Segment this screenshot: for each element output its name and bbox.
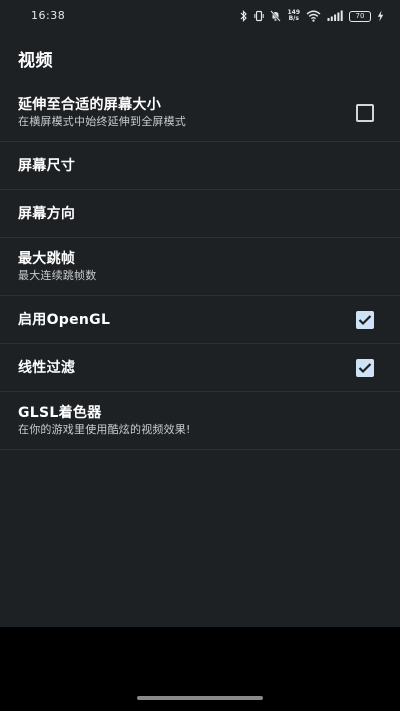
setting-title: 屏幕尺寸 <box>18 157 76 174</box>
cellular-signal-icon <box>327 10 343 22</box>
setting-title: GLSL着色器 <box>18 404 102 421</box>
bluetooth-icon <box>240 10 248 22</box>
mute-bell-icon <box>270 10 282 22</box>
setting-screen-size[interactable]: 屏幕尺寸 <box>0 142 400 190</box>
wifi-icon <box>306 10 321 22</box>
setting-title: 启用OpenGL <box>18 311 111 328</box>
setting-enable-opengl[interactable]: 启用OpenGL <box>0 296 400 344</box>
setting-stretch-to-fit[interactable]: 延伸至合适的屏幕大小 在横屏模式中始终延伸到全屏模式 <box>0 84 400 142</box>
setting-screen-orientation[interactable]: 屏幕方向 <box>0 190 400 238</box>
page-title: 视频 <box>18 51 53 71</box>
setting-summary: 在横屏模式中始终延伸到全屏模式 <box>18 114 186 128</box>
setting-title: 线性过滤 <box>18 359 76 376</box>
checkmark-icon <box>358 314 372 325</box>
network-speed: 149 B/s <box>287 10 300 22</box>
opengl-checkbox[interactable] <box>356 310 374 329</box>
settings-list: 延伸至合适的屏幕大小 在横屏模式中始终延伸到全屏模式 屏幕尺寸 屏幕方向 最大跳… <box>0 84 400 450</box>
setting-title: 最大跳帧 <box>18 250 76 267</box>
linear-filter-checkbox[interactable] <box>356 358 374 377</box>
stretch-checkbox[interactable] <box>356 103 374 122</box>
home-indicator[interactable] <box>137 696 263 700</box>
checkmark-icon <box>358 362 372 373</box>
vibrate-icon <box>254 10 265 22</box>
network-speed-unit: B/s <box>288 15 299 22</box>
setting-max-frameskip[interactable]: 最大跳帧 最大连续跳帧数 <box>0 238 400 296</box>
charging-bolt-icon <box>377 10 384 22</box>
setting-title: 延伸至合适的屏幕大小 <box>18 96 161 113</box>
setting-glsl-shader[interactable]: GLSL着色器 在你的游戏里使用酷炫的视频效果! <box>0 392 400 450</box>
status-bar: 16:38 149 B/s 70 <box>0 0 400 32</box>
setting-linear-filtering[interactable]: 线性过滤 <box>0 344 400 392</box>
setting-summary: 在你的游戏里使用酷炫的视频效果! <box>18 422 191 436</box>
setting-title: 屏幕方向 <box>18 205 76 222</box>
battery-icon: 70 <box>349 10 371 22</box>
battery-level: 70 <box>355 11 365 20</box>
screen: 16:38 149 B/s 70 视频 延伸至合适的屏幕大小 在横屏模式中始终延… <box>0 0 400 711</box>
status-icons: 149 B/s 70 <box>240 8 384 24</box>
status-time: 16:38 <box>31 9 66 22</box>
setting-summary: 最大连续跳帧数 <box>18 268 97 282</box>
